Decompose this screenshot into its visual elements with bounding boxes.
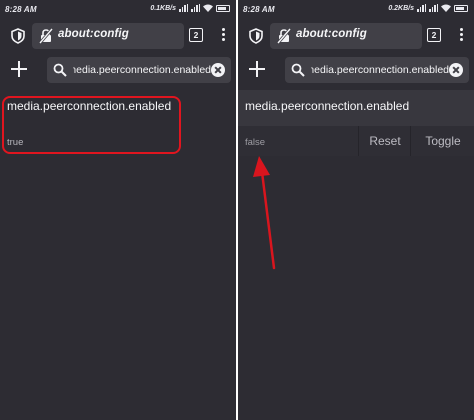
battery-icon (216, 4, 230, 12)
reset-button[interactable]: Reset (358, 126, 411, 156)
search-input[interactable]: media.peerconnection.enabled (311, 64, 449, 76)
right-screenshot: 8:28 AM 0.2KB/s about:config 2 media.pee… (238, 0, 474, 420)
search-row: media.peerconnection.enabled (0, 54, 236, 86)
clear-icon[interactable] (211, 63, 225, 77)
network-rate: 0.1KB/s (150, 4, 176, 12)
wifi-icon (441, 4, 451, 12)
highlight-annotation (2, 96, 181, 154)
wifi-icon (203, 4, 213, 12)
left-screenshot: 8:28 AM 0.1KB/s about:config 2 media.pee… (0, 0, 236, 420)
url-field[interactable]: about:config (270, 23, 422, 49)
status-time: 8:28 AM (243, 5, 275, 14)
plus-icon[interactable] (9, 59, 29, 79)
url-text: about:config (58, 28, 129, 40)
search-icon (291, 63, 305, 77)
insecure-lock-icon (276, 28, 292, 44)
plus-icon[interactable] (247, 59, 267, 79)
signal-icon (417, 4, 426, 12)
status-icons: 0.2KB/s (388, 4, 468, 12)
url-toolbar: about:config 2 (0, 20, 236, 52)
status-time: 8:28 AM (5, 5, 37, 14)
clear-icon[interactable] (449, 63, 463, 77)
signal-icon (429, 4, 438, 12)
tab-counter-button[interactable]: 2 (427, 28, 441, 42)
signal-icon (179, 4, 188, 12)
url-toolbar: about:config 2 (238, 20, 474, 52)
pref-value: false (245, 137, 266, 148)
url-text: about:config (296, 28, 367, 40)
url-field[interactable]: about:config (32, 23, 184, 49)
search-row: media.peerconnection.enabled (238, 54, 474, 86)
search-icon (53, 63, 67, 77)
network-rate: 0.2KB/s (388, 4, 414, 12)
pref-row-expanded[interactable]: media.peerconnection.enabled false Reset… (238, 90, 474, 156)
search-input[interactable]: media.peerconnection.enabled (73, 64, 211, 76)
search-field[interactable]: media.peerconnection.enabled (285, 57, 469, 83)
shield-icon[interactable] (10, 28, 26, 44)
search-field[interactable]: media.peerconnection.enabled (47, 57, 231, 83)
shield-icon[interactable] (248, 28, 264, 44)
tab-counter-button[interactable]: 2 (189, 28, 203, 42)
three-dot-menu-icon[interactable] (220, 26, 226, 46)
insecure-lock-icon (38, 28, 54, 44)
status-icons: 0.1KB/s (150, 4, 230, 12)
signal-icon (191, 4, 200, 12)
status-bar: 8:28 AM 0.1KB/s (0, 0, 236, 20)
battery-icon (454, 4, 468, 12)
three-dot-menu-icon[interactable] (458, 26, 464, 46)
toggle-button[interactable]: Toggle (410, 126, 474, 156)
status-bar: 8:28 AM 0.2KB/s (238, 0, 474, 20)
pref-name: media.peerconnection.enabled (245, 99, 410, 113)
